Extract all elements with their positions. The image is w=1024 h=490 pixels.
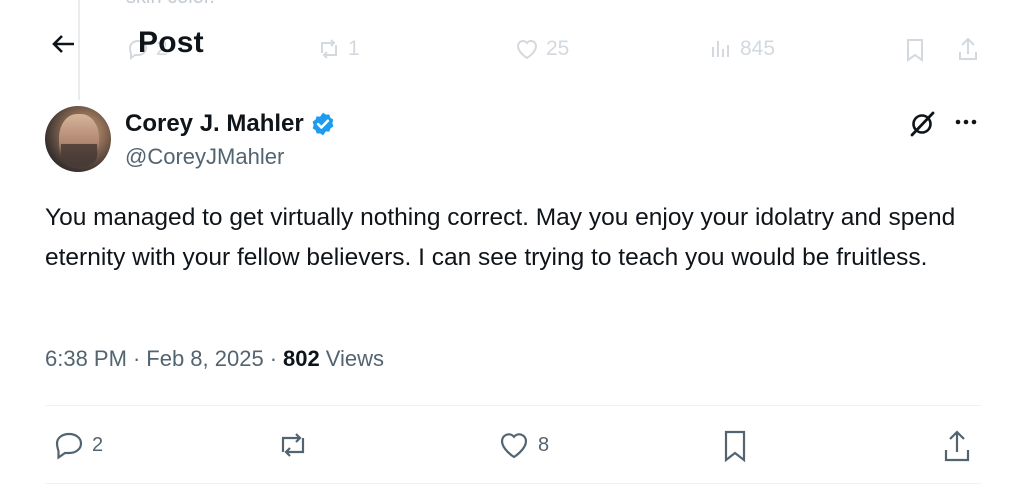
back-button[interactable] [48,28,80,60]
divider [45,405,981,406]
grok-icon [910,111,935,137]
post-meta: 6:38 PM · Feb 8, 2025 · 802 Views [45,346,384,372]
share-icon [944,430,970,462]
header-bar: Post [0,18,1024,70]
back-arrow-icon [52,35,74,53]
like-count: 8 [538,433,550,456]
heart-icon [500,433,528,459]
avatar[interactable] [45,106,111,172]
repost-icon [281,433,305,457]
more-icon [955,119,977,125]
reply-button[interactable]: 2 [52,428,103,462]
more-options-button[interactable] [952,108,980,136]
bookmark-button[interactable] [718,428,752,464]
page-title: Post [138,26,204,59]
post-date[interactable]: Feb 8, 2025 [146,346,263,372]
like-button[interactable]: 8 [496,428,549,462]
reply-count: 2 [92,433,104,456]
share-button[interactable] [940,428,974,464]
post-text: You managed to get virtually nothing cor… [45,204,956,271]
grok-button[interactable] [908,110,936,138]
views-count: 802 [283,346,320,371]
bookmark-icon [724,430,746,463]
reply-icon [55,432,83,460]
views-label: Views [325,346,385,371]
meta-separator: · [132,346,141,371]
verified-badge-icon [312,112,334,136]
author-name[interactable]: Corey J. Mahler [125,110,304,138]
previous-post-text: skin color. [126,0,215,9]
action-bar: 2 8 [0,420,1024,470]
divider [45,483,981,484]
post-time[interactable]: 6:38 PM [45,346,127,372]
meta-separator: · [269,346,278,371]
repost-button[interactable] [274,428,312,462]
author-name-row[interactable]: Corey J. Mahler [125,110,336,138]
author-handle[interactable]: @CoreyJMahler [125,144,284,170]
